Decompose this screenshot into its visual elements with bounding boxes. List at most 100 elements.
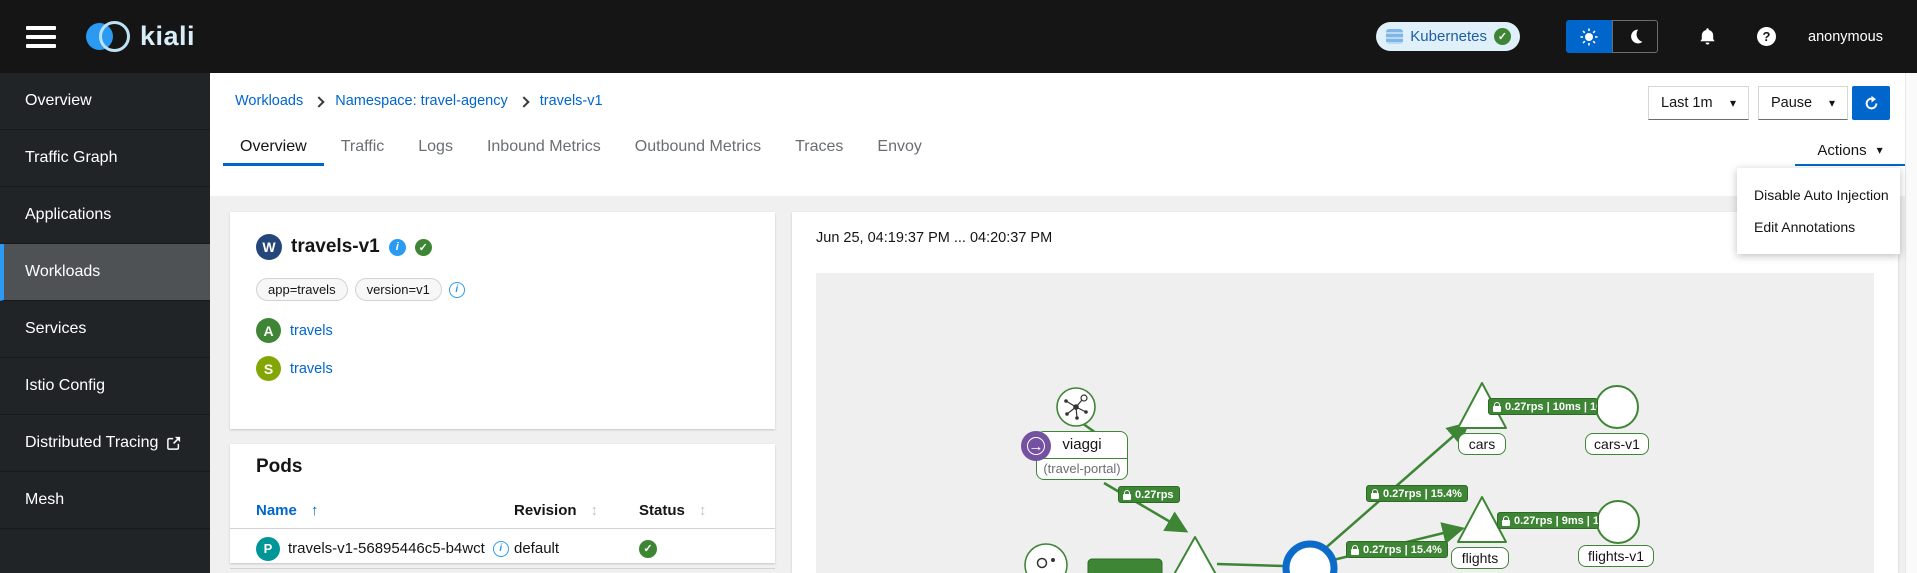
tab-overview[interactable]: Overview bbox=[223, 130, 324, 166]
edge-label: 0.27rps | 9ms | 10 bbox=[1497, 512, 1599, 529]
mtls-lock-icon bbox=[1493, 401, 1501, 412]
kiali-logo[interactable]: kiali bbox=[86, 21, 195, 52]
graph-node-flights-v1[interactable] bbox=[1596, 500, 1640, 544]
refresh-button[interactable] bbox=[1852, 86, 1890, 120]
edge-label: 0.27rps bbox=[1118, 486, 1180, 503]
pods-card-title: Pods bbox=[256, 456, 303, 477]
sidebar-item-overview[interactable]: Overview bbox=[0, 73, 210, 130]
cluster-name: Kubernetes bbox=[1410, 28, 1488, 45]
breadcrumb-workloads[interactable]: Workloads bbox=[235, 93, 303, 109]
graph-node-viaggi[interactable]: viaggi (travel-portal) bbox=[1036, 431, 1128, 480]
app-link[interactable]: travels bbox=[290, 323, 333, 339]
edge-label: 0.27rps | 15.4% bbox=[1346, 541, 1448, 558]
theme-toggle bbox=[1566, 20, 1659, 53]
menu-item-disable-auto-injection[interactable]: Disable Auto Injection bbox=[1737, 179, 1900, 211]
column-header-name[interactable]: Name ↑ bbox=[256, 502, 514, 519]
edge-label: 0.27rps | 15.4% bbox=[1366, 485, 1468, 502]
pod-name: travels-v1-56895446c5-b4wct bbox=[288, 540, 485, 557]
sort-icon: ↕ bbox=[590, 501, 599, 519]
light-theme-button[interactable] bbox=[1566, 20, 1613, 53]
graph-node-mesh[interactable] bbox=[1056, 387, 1096, 427]
chevron-right-icon bbox=[518, 95, 530, 108]
mini-traffic-graph[interactable]: 0.27rps | 10ms | 10 0.27rps | 9ms | 10 v… bbox=[816, 273, 1874, 573]
sidebar-item-distributed-tracing[interactable]: Distributed Tracing bbox=[0, 415, 210, 472]
tab-outbound-metrics[interactable]: Outbound Metrics bbox=[618, 130, 778, 166]
bell-icon bbox=[1700, 28, 1715, 45]
info-icon[interactable]: i bbox=[448, 281, 465, 298]
content-area: Workloads Namespace: travel-agency trave… bbox=[210, 73, 1917, 573]
health-ok-icon[interactable]: ✓ bbox=[414, 238, 432, 256]
pods-card: Pods Name ↑ Revision ↕ Status ↕ P travel… bbox=[230, 444, 775, 569]
external-link-icon bbox=[167, 436, 181, 450]
info-icon[interactable]: i bbox=[492, 540, 509, 557]
tab-envoy[interactable]: Envoy bbox=[860, 130, 938, 166]
dark-theme-button[interactable] bbox=[1612, 20, 1659, 53]
mtls-lock-icon bbox=[1351, 544, 1359, 555]
service-badge: S bbox=[256, 356, 281, 381]
column-header-status[interactable]: Status ↕ bbox=[639, 502, 749, 519]
sidebar-item-mesh[interactable]: Mesh bbox=[0, 472, 210, 529]
sidebar-item-workloads[interactable]: Workloads bbox=[0, 244, 210, 301]
sidebar-item-services[interactable]: Services bbox=[0, 301, 210, 358]
hamburger-menu-icon[interactable] bbox=[26, 25, 56, 48]
tab-traffic[interactable]: Traffic bbox=[324, 130, 402, 166]
workload-summary-card: W travels-v1 i ✓ app=travels version=v1 … bbox=[230, 212, 775, 429]
pod-revision: default bbox=[514, 540, 560, 557]
pod-status-ok-icon: ✓ bbox=[639, 539, 657, 558]
graph-node-travels-service[interactable] bbox=[1172, 536, 1218, 573]
graph-node-gateway[interactable] bbox=[1024, 543, 1068, 573]
graph-label-flights-v1[interactable]: flights-v1 bbox=[1578, 545, 1654, 567]
traffic-source-badge: → bbox=[1021, 431, 1051, 461]
notifications-button[interactable] bbox=[1698, 27, 1717, 46]
mtls-lock-icon bbox=[1123, 489, 1131, 500]
breadcrumb-workload-name[interactable]: travels-v1 bbox=[540, 93, 603, 109]
graph-time-range: Jun 25, 04:19:37 PM ... 04:20:37 PM bbox=[816, 230, 1053, 246]
arrow-right-icon: → bbox=[1027, 437, 1045, 455]
graph-card: Jun 25, 04:19:37 PM ... 04:20:37 PM 0.27… bbox=[792, 212, 1898, 573]
graph-label-cars-v1[interactable]: cars-v1 bbox=[1585, 433, 1649, 455]
edge-label-cutoff bbox=[1087, 558, 1163, 573]
tab-inbound-metrics[interactable]: Inbound Metrics bbox=[470, 130, 618, 166]
pod-badge: P bbox=[256, 536, 280, 561]
masthead: kiali Kubernetes ✓ ? anonymous bbox=[0, 0, 1917, 73]
sidebar-item-istio-config[interactable]: Istio Config bbox=[0, 358, 210, 415]
mtls-lock-icon bbox=[1502, 515, 1510, 526]
edge-label: 0.27rps | 10ms | 10 bbox=[1488, 398, 1598, 415]
pods-table: Name ↑ Revision ↕ Status ↕ P travels-v1-… bbox=[230, 492, 775, 569]
logo-circle-outline bbox=[99, 21, 130, 52]
scrollbar[interactable] bbox=[1905, 73, 1917, 573]
chevron-right-icon bbox=[313, 95, 325, 108]
help-button[interactable]: ? bbox=[1757, 27, 1777, 46]
sidebar-nav: Overview Traffic Graph Applications Work… bbox=[0, 73, 210, 573]
refresh-interval-select[interactable]: Pause ▾ bbox=[1758, 86, 1848, 120]
sidebar-item-applications[interactable]: Applications bbox=[0, 187, 210, 244]
service-link[interactable]: travels bbox=[290, 361, 333, 377]
graph-label-flights[interactable]: flights bbox=[1451, 547, 1509, 569]
sync-icon bbox=[1865, 95, 1877, 109]
workload-name: travels-v1 bbox=[291, 236, 380, 257]
moon-icon bbox=[1630, 29, 1642, 44]
menu-item-edit-annotations[interactable]: Edit Annotations bbox=[1737, 211, 1900, 243]
actions-dropdown-toggle[interactable]: Actions ▾ bbox=[1795, 136, 1905, 166]
column-header-revision[interactable]: Revision ↕ bbox=[514, 502, 639, 519]
breadcrumb-namespace[interactable]: Namespace: travel-agency bbox=[335, 93, 507, 109]
graph-node-cars-v1[interactable] bbox=[1595, 385, 1639, 429]
cluster-badge[interactable]: Kubernetes ✓ bbox=[1376, 22, 1521, 51]
duration-select[interactable]: Last 1m ▾ bbox=[1648, 86, 1749, 120]
masthead-right: Kubernetes ✓ ? anonymous bbox=[1376, 20, 1883, 53]
graph-node-travels-v1-selected[interactable] bbox=[1282, 540, 1338, 573]
sidebar-item-traffic-graph[interactable]: Traffic Graph bbox=[0, 130, 210, 187]
sort-ascending-icon: ↑ bbox=[310, 501, 319, 519]
info-icon[interactable]: i bbox=[388, 238, 406, 256]
graph-label-cars[interactable]: cars bbox=[1458, 433, 1506, 455]
caret-down-icon: ▾ bbox=[1876, 143, 1883, 157]
workload-badge: W bbox=[256, 234, 282, 260]
app-badge: A bbox=[256, 318, 281, 343]
user-menu[interactable]: anonymous bbox=[1808, 29, 1883, 45]
tab-traces[interactable]: Traces bbox=[778, 130, 860, 166]
cluster-healthy-icon: ✓ bbox=[1494, 28, 1512, 45]
kubernetes-icon bbox=[1386, 29, 1404, 44]
edge bbox=[1216, 562, 1285, 568]
label-pill: version=v1 bbox=[354, 278, 442, 301]
tab-logs[interactable]: Logs bbox=[401, 130, 470, 166]
